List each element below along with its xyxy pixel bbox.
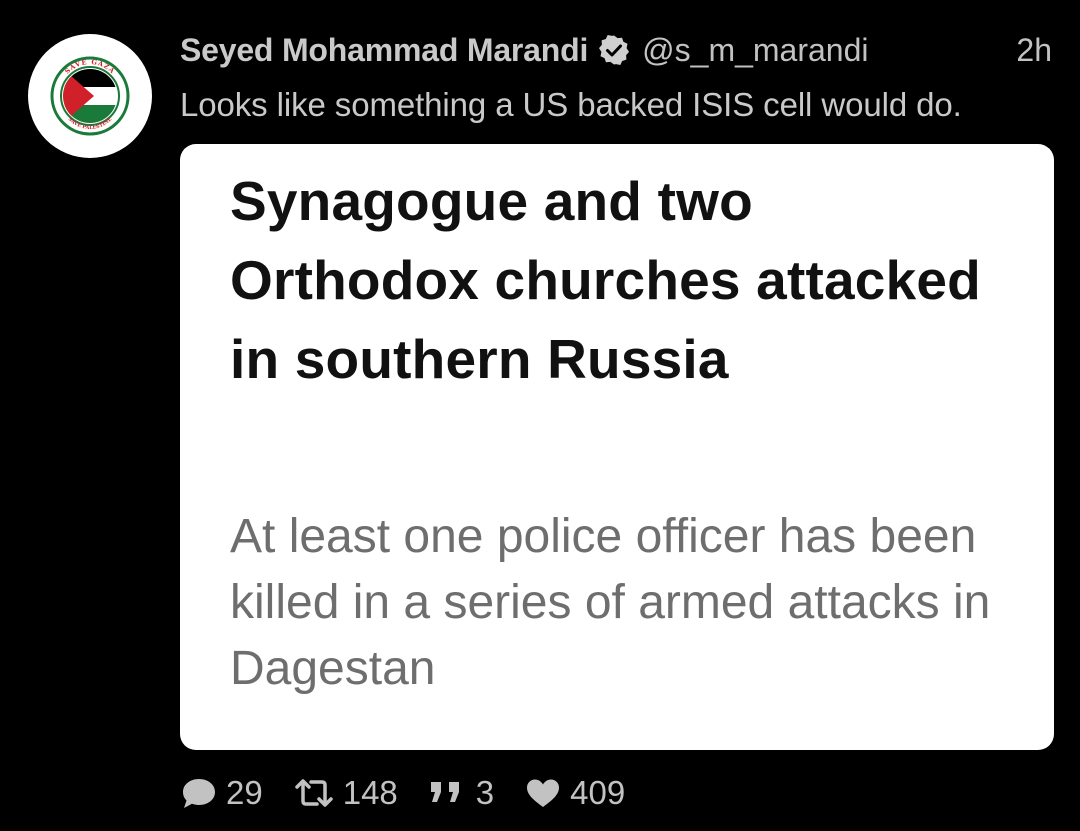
save-gaza-logo-icon: SAVE GAZA SAVE PALESTINE <box>50 56 130 136</box>
tweet-text: Looks like something a US backed ISIS ce… <box>180 86 962 123</box>
heart-icon <box>527 779 560 807</box>
quote-button[interactable]: 3 <box>428 774 494 812</box>
article-headline: Synagogue and two Orthodox churches atta… <box>230 170 981 390</box>
avatar[interactable]: SAVE GAZA SAVE PALESTINE <box>28 34 152 158</box>
tweet[interactable]: SAVE GAZA SAVE PALESTINE Seyed Mohammad … <box>0 0 1080 831</box>
author-name[interactable]: Seyed Mohammad Marandi <box>180 32 588 69</box>
tweet-actions: 29 148 3 409 <box>180 770 655 816</box>
tweet-header: Seyed Mohammad Marandi @s_m_marandi 2h <box>180 30 1060 70</box>
retweet-count: 148 <box>342 774 398 811</box>
like-button[interactable]: 409 <box>524 774 625 812</box>
retweet-button[interactable]: 148 <box>293 774 398 812</box>
quote-marks-icon <box>430 782 459 802</box>
retweet-icon <box>294 779 333 807</box>
reply-button[interactable]: 29 <box>180 774 263 812</box>
tweet-time[interactable]: 2h <box>1016 32 1052 69</box>
reply-bubble-icon <box>183 779 215 808</box>
author-handle[interactable]: @s_m_marandi <box>642 32 868 69</box>
verified-badge-icon <box>599 35 630 65</box>
article-subheadline: At least one police officer has been kil… <box>230 510 991 695</box>
like-count: 409 <box>570 774 626 811</box>
quoted-article-card[interactable]: Synagogue and two Orthodox churches atta… <box>180 144 1054 750</box>
quote-count: 3 <box>475 774 495 811</box>
reply-count: 29 <box>226 774 263 811</box>
